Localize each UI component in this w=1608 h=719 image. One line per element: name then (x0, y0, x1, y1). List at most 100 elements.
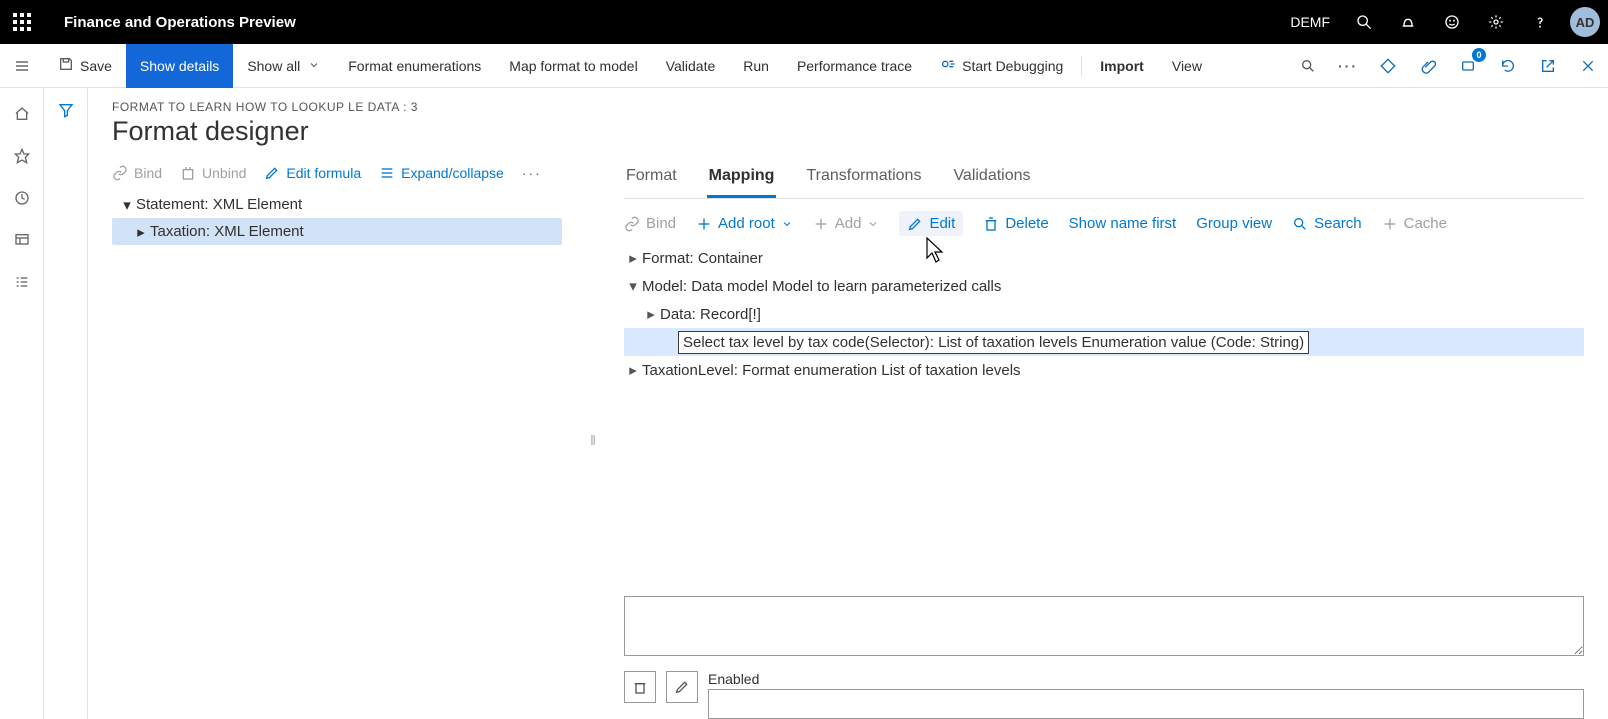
avatar[interactable]: AD (1570, 7, 1600, 37)
format-enumerations-button[interactable]: Format enumerations (334, 44, 495, 88)
star-icon[interactable] (10, 144, 34, 168)
company-code[interactable]: DEMF (1290, 14, 1330, 30)
chevron-down-icon (308, 58, 320, 74)
group-view-label: Group view (1196, 215, 1272, 232)
edit-label: Edit (929, 215, 955, 232)
expand-collapse-button[interactable]: Expand/collapse (379, 165, 504, 181)
chevron-down-icon[interactable]: ▾ (624, 277, 642, 295)
body: FORMAT TO LEARN HOW TO LOOKUP LE DATA : … (0, 88, 1608, 719)
start-debugging-button[interactable]: Start Debugging (926, 44, 1077, 88)
ellipsis-icon[interactable]: ··· (1328, 46, 1368, 86)
chevron-right-icon[interactable]: ▸ (642, 305, 660, 323)
add-root-button[interactable]: Add root (696, 215, 793, 232)
right-tree: ▸ Format: Container ▾ Model: Data model … (624, 244, 1584, 384)
page-title: Format designer (112, 116, 1584, 147)
expression-input[interactable] (624, 596, 1584, 656)
tab-validations[interactable]: Validations (951, 161, 1032, 198)
save-icon (58, 56, 74, 75)
bind-button: Bind (624, 215, 676, 232)
help-icon[interactable] (1520, 2, 1560, 42)
show-all-button[interactable]: Show all (233, 44, 334, 88)
tree-row[interactable]: ▸ TaxationLevel: Format enumeration List… (624, 356, 1584, 384)
modules-icon[interactable] (10, 270, 34, 294)
import-button[interactable]: Import (1086, 44, 1158, 88)
show-details-label: Show details (140, 58, 219, 74)
tree-label: Taxation: XML Element (150, 223, 304, 240)
unbind-label: Unbind (202, 165, 246, 181)
clock-icon[interactable] (10, 186, 34, 210)
show-name-first-button[interactable]: Show name first (1069, 215, 1177, 232)
tree-row[interactable]: ▸ Data: Record[!] (624, 300, 1584, 328)
enabled-input[interactable] (708, 689, 1584, 719)
map-format-button[interactable]: Map format to model (495, 44, 651, 88)
badge-count: 0 (1472, 48, 1486, 62)
filter-icon[interactable] (58, 102, 74, 719)
edit-small-button[interactable] (666, 671, 698, 703)
breadcrumb: FORMAT TO LEARN HOW TO LOOKUP LE DATA : … (112, 100, 1584, 114)
delete-button[interactable]: Delete (983, 215, 1048, 232)
chevron-right-icon[interactable]: ▸ (624, 249, 642, 267)
group-view-button[interactable]: Group view (1196, 215, 1272, 232)
tree-label: Data: Record[!] (660, 306, 761, 323)
close-icon[interactable] (1568, 46, 1608, 86)
edit-formula-label: Edit formula (286, 165, 361, 181)
search-button[interactable]: Search (1292, 215, 1362, 232)
separator (1081, 56, 1082, 76)
cache-label: Cache (1404, 215, 1447, 232)
gear-icon[interactable] (1476, 2, 1516, 42)
tree-row[interactable]: ▾ Statement: XML Element (112, 191, 562, 218)
paperclip-icon[interactable] (1408, 46, 1448, 86)
messages-badge-icon[interactable]: 0 (1448, 46, 1488, 86)
tree-label: Select tax level by tax code(Selector): … (678, 331, 1309, 354)
chevron-right-icon[interactable]: ▸ (132, 223, 150, 241)
view-button[interactable]: View (1158, 44, 1216, 88)
edit-formula-button[interactable]: Edit formula (264, 165, 361, 181)
view-label: View (1172, 58, 1202, 74)
tree-label: Format: Container (642, 250, 763, 267)
right-tabs: Format Mapping Transformations Validatio… (624, 161, 1584, 199)
save-button[interactable]: Save (44, 44, 126, 88)
edit-button[interactable]: Edit (899, 211, 963, 236)
unbind-button: Unbind (180, 165, 246, 181)
chevron-down-icon[interactable]: ▾ (118, 196, 136, 214)
right-pane: Format Mapping Transformations Validatio… (624, 161, 1584, 719)
tab-format[interactable]: Format (624, 161, 679, 198)
search-small-icon[interactable] (1288, 46, 1328, 86)
chevron-right-icon[interactable]: ▸ (624, 361, 642, 379)
splitter[interactable]: ‖ (590, 161, 596, 719)
bind-label: Bind (134, 165, 162, 181)
bottom-panel: Enabled (624, 596, 1584, 719)
hamburger-icon[interactable] (0, 44, 44, 88)
validate-button[interactable]: Validate (652, 44, 730, 88)
left-pane: Bind Unbind Edit formula Expand/collapse (112, 161, 562, 719)
title-bar: Finance and Operations Preview DEMF AD (0, 0, 1608, 44)
workspace-icon[interactable] (10, 228, 34, 252)
tree-row[interactable]: Select tax level by tax code(Selector): … (624, 328, 1584, 356)
diamond-icon[interactable] (1368, 46, 1408, 86)
tab-transformations[interactable]: Transformations (804, 161, 923, 198)
refresh-icon[interactable] (1488, 46, 1528, 86)
filter-column (44, 88, 88, 719)
show-details-button[interactable]: Show details (126, 44, 233, 88)
expand-collapse-label: Expand/collapse (401, 165, 504, 181)
left-toolbar: Bind Unbind Edit formula Expand/collapse (112, 161, 562, 191)
search-icon[interactable] (1344, 2, 1384, 42)
right-toolbar: Bind Add root Add Edit (624, 199, 1584, 244)
grip-icon: ‖ (585, 432, 601, 448)
start-debugging-label: Start Debugging (962, 58, 1063, 74)
feedback-smile-icon[interactable] (1432, 2, 1472, 42)
perf-trace-button[interactable]: Performance trace (783, 44, 926, 88)
app-launcher-icon[interactable] (0, 0, 44, 44)
tree-row[interactable]: ▸ Taxation: XML Element (112, 218, 562, 245)
home-icon[interactable] (10, 102, 34, 126)
open-new-icon[interactable] (1528, 46, 1568, 86)
tab-mapping[interactable]: Mapping (707, 161, 777, 198)
bell-icon[interactable] (1388, 2, 1428, 42)
app-title: Finance and Operations Preview (64, 14, 296, 31)
tree-label: Statement: XML Element (136, 196, 302, 213)
tree-row[interactable]: ▾ Model: Data model Model to learn param… (624, 272, 1584, 300)
run-button[interactable]: Run (729, 44, 783, 88)
left-more-icon[interactable]: ··· (522, 165, 542, 181)
delete-small-button[interactable] (624, 671, 656, 703)
tree-row[interactable]: ▸ Format: Container (624, 244, 1584, 272)
